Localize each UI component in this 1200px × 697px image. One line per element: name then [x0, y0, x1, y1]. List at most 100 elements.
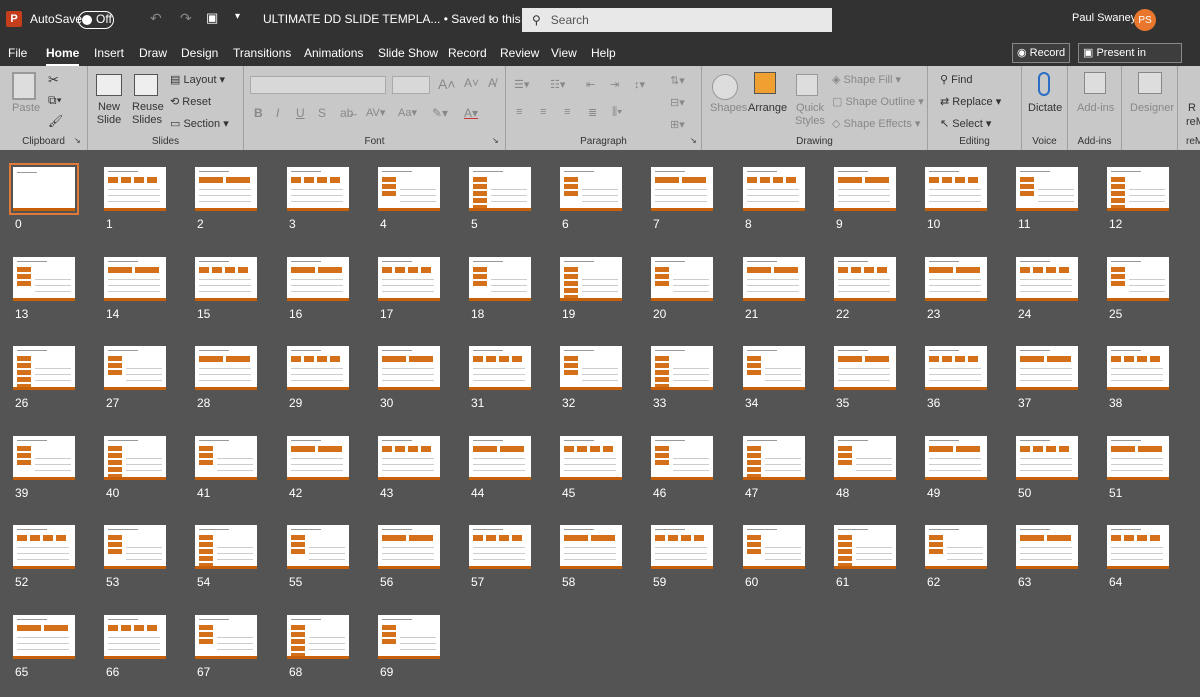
clear-format-icon[interactable]: A̸	[488, 76, 496, 90]
slide-thumbnail[interactable]: 7	[651, 167, 715, 231]
slide-thumbnail[interactable]: 46	[651, 436, 715, 500]
slide-thumbnail[interactable]: 4	[378, 167, 442, 231]
tab-view[interactable]: View	[551, 40, 577, 66]
present-in-teams-button[interactable]: ▣ Present in Teams	[1078, 43, 1182, 77]
copy-icon[interactable]: ⧉▾	[48, 93, 62, 108]
designer-icon[interactable]	[1138, 72, 1162, 94]
increase-indent-icon[interactable]: ⇥	[610, 78, 619, 91]
char-spacing-icon[interactable]: AV▾	[366, 106, 385, 119]
arrange-button[interactable]: Arrange	[748, 102, 787, 114]
slide-thumbnail[interactable]: 25	[1107, 257, 1171, 321]
slide-thumbnail[interactable]: 11	[1016, 167, 1080, 231]
slide-thumbnail[interactable]: 53	[104, 525, 168, 589]
section-button[interactable]: ▭ Section ▾	[170, 117, 229, 130]
slide-thumbnail[interactable]: 0	[9, 163, 79, 231]
slide-thumbnail[interactable]: 13	[13, 257, 77, 321]
dictate-button[interactable]: Dictate	[1028, 102, 1062, 114]
decrease-indent-icon[interactable]: ⇤	[586, 78, 595, 91]
reuse-slides-icon[interactable]	[134, 74, 158, 96]
change-case-icon[interactable]: Aa▾	[398, 106, 417, 119]
select-button[interactable]: ↖ Select ▾	[940, 117, 991, 130]
slide-thumbnail[interactable]: 64	[1107, 525, 1171, 589]
paste-label[interactable]: Paste	[12, 102, 40, 114]
align-center-icon[interactable]: ≡	[540, 106, 546, 118]
tab-insert[interactable]: Insert	[94, 40, 124, 66]
extra-button-top[interactable]: R	[1188, 102, 1196, 114]
font-size-box[interactable]	[392, 76, 430, 94]
microphone-icon[interactable]	[1038, 72, 1050, 96]
slide-thumbnail[interactable]: 52	[13, 525, 77, 589]
tab-design[interactable]: Design	[181, 40, 218, 66]
slide-thumbnail[interactable]: 2	[195, 167, 259, 231]
bold-icon[interactable]: B	[254, 106, 263, 120]
title-dropdown-icon[interactable]: ⌄	[487, 12, 495, 23]
slide-thumbnail[interactable]: 47	[743, 436, 807, 500]
slide-thumbnail[interactable]: 3	[287, 167, 351, 231]
slide-thumbnail[interactable]: 32	[560, 346, 624, 410]
tab-help[interactable]: Help	[591, 40, 616, 66]
shrink-font-icon[interactable]: A˅	[464, 76, 479, 90]
slide-thumbnail[interactable]: 18	[469, 257, 533, 321]
font-color-icon[interactable]: A▾	[464, 106, 478, 120]
slide-thumbnail[interactable]: 40	[104, 436, 168, 500]
slide-thumbnail[interactable]: 67	[195, 615, 259, 679]
slide-thumbnail[interactable]: 43	[378, 436, 442, 500]
quick-styles-button[interactable]: Quick Styles	[790, 102, 830, 128]
slide-thumbnail[interactable]: 19	[560, 257, 624, 321]
slide-thumbnail[interactable]: 49	[925, 436, 989, 500]
shape-fill-button[interactable]: ◈ Shape Fill ▾	[832, 73, 901, 86]
undo-icon[interactable]: ↶	[150, 10, 162, 27]
slide-thumbnail[interactable]: 14	[104, 257, 168, 321]
tab-transitions[interactable]: Transitions	[233, 40, 291, 66]
tab-home[interactable]: Home	[46, 40, 80, 66]
slide-thumbnail[interactable]: 45	[560, 436, 624, 500]
slide-thumbnail[interactable]: 10	[925, 167, 989, 231]
slide-thumbnail[interactable]: 34	[743, 346, 807, 410]
find-button[interactable]: ⚲ Find	[940, 73, 973, 86]
reuse-slides-button[interactable]: Reuse Slides	[132, 101, 164, 127]
italic-icon[interactable]: I	[276, 106, 279, 120]
slide-thumbnail[interactable]: 56	[378, 525, 442, 589]
tab-review[interactable]: Review	[500, 40, 539, 66]
layout-button[interactable]: ▤ Layout ▾	[170, 73, 225, 86]
slide-thumbnail[interactable]: 15	[195, 257, 259, 321]
document-title[interactable]: ULTIMATE DD SLIDE TEMPLA... • Saved to t…	[263, 12, 541, 26]
slide-thumbnail[interactable]: 60	[743, 525, 807, 589]
search-box[interactable]: ⚲ Search	[522, 8, 832, 32]
slide-thumbnail[interactable]: 68	[287, 615, 351, 679]
align-right-icon[interactable]: ≡	[564, 106, 570, 118]
slide-thumbnail[interactable]: 36	[925, 346, 989, 410]
justify-icon[interactable]: ≣	[588, 106, 597, 119]
slide-thumbnail[interactable]: 16	[287, 257, 351, 321]
slide-thumbnail[interactable]: 65	[13, 615, 77, 679]
align-left-icon[interactable]: ≡	[516, 106, 522, 118]
highlight-icon[interactable]: ✎▾	[432, 106, 448, 120]
tab-draw[interactable]: Draw	[139, 40, 167, 66]
columns-icon[interactable]: ⫼▾	[612, 106, 622, 119]
slide-thumbnail[interactable]: 31	[469, 346, 533, 410]
shape-outline-button[interactable]: ▢ Shape Outline ▾	[832, 95, 924, 108]
tab-animations[interactable]: Animations	[304, 40, 363, 66]
clipboard-launcher-icon[interactable]: ↘	[74, 136, 81, 145]
paragraph-launcher-icon[interactable]: ↘	[690, 136, 697, 145]
slide-thumbnail[interactable]: 61	[834, 525, 898, 589]
slide-thumbnail[interactable]: 28	[195, 346, 259, 410]
slide-thumbnail[interactable]: 59	[651, 525, 715, 589]
slide-thumbnail[interactable]: 8	[743, 167, 807, 231]
slide-thumbnail[interactable]: 6	[560, 167, 624, 231]
grow-font-icon[interactable]: A˄	[438, 76, 456, 92]
user-avatar[interactable]: PS	[1134, 9, 1156, 31]
slide-thumbnail[interactable]: 42	[287, 436, 351, 500]
slide-thumbnail[interactable]: 17	[378, 257, 442, 321]
new-slide-icon[interactable]	[96, 74, 122, 96]
shadow-icon[interactable]: S	[318, 106, 326, 120]
slide-thumbnail[interactable]: 1	[104, 167, 168, 231]
extra-button-mid[interactable]: reM	[1186, 116, 1200, 128]
slide-thumbnail[interactable]: 33	[651, 346, 715, 410]
cut-icon[interactable]: ✂	[48, 72, 59, 88]
slide-thumbnail[interactable]: 30	[378, 346, 442, 410]
slide-thumbnail[interactable]: 44	[469, 436, 533, 500]
paste-icon[interactable]	[12, 72, 36, 100]
record-button[interactable]: ◉ Record	[1012, 43, 1070, 63]
slide-thumbnail[interactable]: 63	[1016, 525, 1080, 589]
